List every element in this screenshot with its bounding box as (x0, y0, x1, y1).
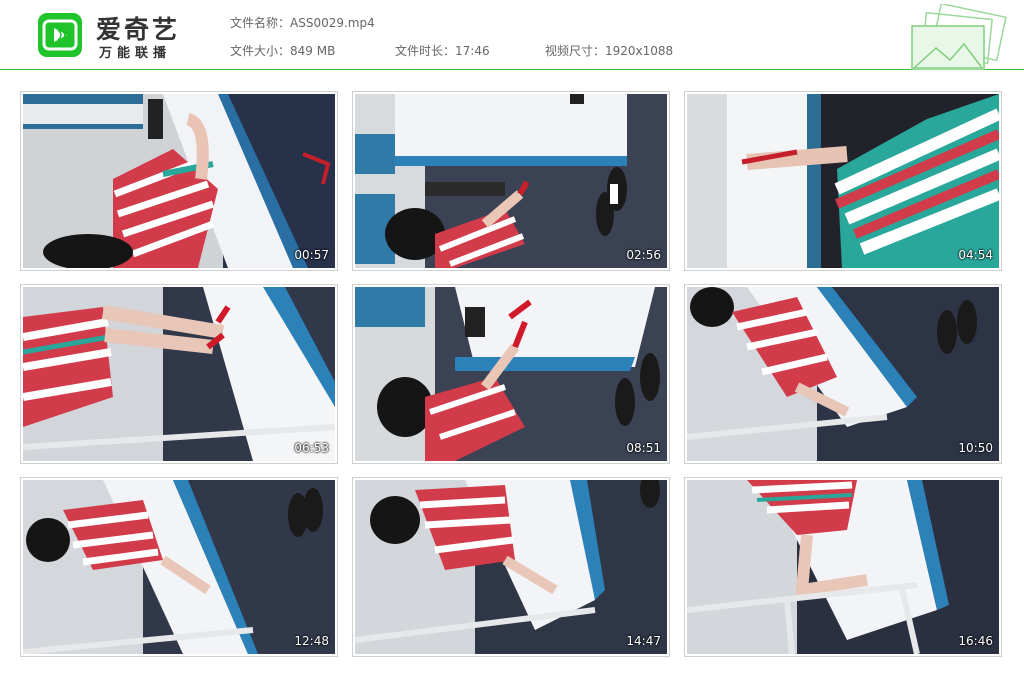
thumbnail[interactable]: 06:53 (20, 284, 338, 464)
file-size-text: 文件大小：849 MB (230, 44, 336, 58)
video-frame-image: 06:53 (23, 287, 335, 461)
file-duration-text: 文件时长：17:46 (395, 44, 490, 58)
thumbnail[interactable]: 02:56 (352, 91, 670, 271)
photo-stack-icon (911, 4, 1007, 70)
video-frame-image: 10:50 (687, 287, 999, 461)
thumbnail[interactable]: 12:48 (20, 477, 338, 657)
timestamp-label: 06:53 (294, 441, 329, 455)
thumbnail[interactable]: 10:50 (684, 284, 1002, 464)
thumbnail[interactable]: 00:57 (20, 91, 338, 271)
timestamp-label: 08:51 (626, 441, 661, 455)
video-frame-image: 08:51 (355, 287, 667, 461)
thumbnail[interactable]: 16:46 (684, 477, 1002, 657)
video-frame-image: 12:48 (23, 480, 335, 654)
timestamp-label: 14:47 (626, 634, 661, 648)
brand-title: 爱奇艺 (96, 15, 181, 44)
brand-subtitle: 万能联播 (99, 46, 172, 61)
thumbnail[interactable]: 08:51 (352, 284, 670, 464)
iqiyi-logo-icon (38, 13, 82, 57)
file-name-text: 文件名称：ASS0029.mp4 (230, 16, 375, 30)
timestamp-label: 16:46 (958, 634, 993, 648)
video-frame-image: 00:57 (23, 94, 335, 268)
timestamp-label: 00:57 (294, 248, 329, 262)
thumbnail[interactable]: 04:54 (684, 91, 1002, 271)
timestamp-label: 02:56 (626, 248, 661, 262)
video-frame-image: 04:54 (687, 94, 999, 268)
timestamp-label: 10:50 (958, 441, 993, 455)
video-frame-image: 14:47 (355, 480, 667, 654)
timestamp-label: 04:54 (958, 248, 993, 262)
video-resolution-text: 视频尺寸：1920x1088 (545, 44, 674, 58)
video-frame-image: 16:46 (687, 480, 999, 654)
timestamp-label: 12:48 (294, 634, 329, 648)
header-bar: 爱奇艺 万能联播 文件名称：ASS0029.mp4 文件大小：849 MB 文件… (0, 0, 1024, 70)
video-frame-image: 02:56 (355, 94, 667, 268)
thumbnail[interactable]: 14:47 (352, 477, 670, 657)
